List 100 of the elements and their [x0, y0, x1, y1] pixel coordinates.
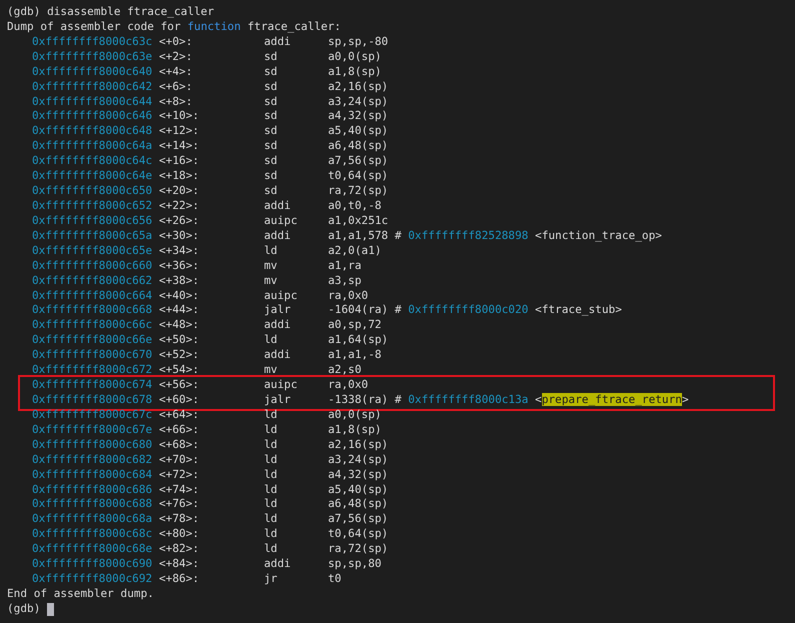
instruction-operands: a1,a1,-8: [328, 348, 382, 364]
instruction-operands: ra,72(sp): [328, 542, 388, 558]
instruction-address: 0xffffffff8000c63c: [32, 34, 154, 50]
instruction-offset: <+4>:: [159, 64, 194, 80]
instruction-address: 0xffffffff8000c674: [32, 378, 154, 393]
instruction-mnemonic: auipc: [264, 214, 298, 229]
instruction-mnemonic: addi: [264, 198, 292, 214]
instruction-offset: <+30>:: [159, 228, 200, 244]
instruction-mnemonic: ld: [264, 333, 278, 348]
instruction-operands: ra,72(sp): [328, 184, 388, 199]
instruction-offset: <+72>:: [159, 468, 200, 482]
gdb-prompt: (gdb): [7, 602, 40, 617]
instruction-offset: <+38>:: [159, 274, 200, 289]
instruction-mnemonic: addi: [264, 228, 292, 244]
instruction-address: 0xffffffff8000c67e: [32, 422, 154, 438]
instruction-operands: a0,0(sp): [328, 408, 382, 423]
instruction-mnemonic: ld: [264, 482, 278, 498]
instruction-offset: <+48>:: [159, 318, 200, 334]
instruction-address: 0xffffffff8000c680: [32, 438, 154, 453]
instruction-mnemonic: mv: [264, 363, 278, 378]
instruction-address: 0xffffffff8000c64a: [32, 139, 154, 154]
instruction-offset: <+40>:: [159, 288, 200, 304]
instruction-offset: <+36>:: [159, 258, 200, 274]
instruction-address: 0xffffffff8000c67c: [32, 408, 154, 423]
instruction-address: 0xffffffff8000c664: [32, 288, 154, 304]
instruction-address: 0xffffffff8000c65e: [32, 244, 154, 259]
instruction-offset: <+56>:: [159, 378, 200, 393]
instruction-mnemonic: ld: [264, 468, 278, 482]
instruction-offset: <+20>:: [159, 184, 200, 199]
comment-mark: #: [394, 228, 402, 244]
instruction-address: 0xffffffff8000c68a: [32, 512, 154, 528]
instruction-mnemonic: ld: [264, 542, 278, 558]
instruction-address: 0xffffffff8000c68e: [32, 542, 154, 558]
instruction-mnemonic: jr: [264, 572, 278, 587]
instruction-address: 0xffffffff8000c65a: [32, 228, 154, 244]
instruction-mnemonic: ld: [264, 422, 278, 438]
instruction-mnemonic: ld: [264, 438, 278, 453]
instruction-offset: <+16>:: [159, 154, 200, 170]
instruction-operands: a1,8(sp): [328, 422, 382, 438]
instruction-operands: a0,t0,-8: [328, 198, 382, 214]
instruction-offset: <+8>:: [159, 94, 194, 110]
instruction-operands: a7,56(sp): [328, 512, 388, 528]
instruction-offset: <+10>:: [159, 109, 200, 124]
instruction-address: 0xffffffff8000c672: [32, 363, 154, 378]
instruction-operands: t0,64(sp): [328, 527, 388, 542]
instruction-operands: a1,64(sp): [328, 333, 388, 348]
instruction-mnemonic: sd: [264, 124, 278, 140]
instruction-operands: a0,sp,72: [328, 318, 382, 334]
instruction-operands: a1,ra: [328, 258, 362, 274]
instruction-operands: a1,8(sp): [328, 64, 382, 80]
instruction-offset: <+6>:: [159, 80, 194, 95]
symbol-name: <function_trace_op>: [535, 228, 662, 244]
instruction-mnemonic: ld: [264, 244, 278, 259]
instruction-address: 0xffffffff8000c68c: [32, 527, 154, 542]
instruction-mnemonic: sd: [264, 109, 278, 124]
instruction-address: 0xffffffff8000c668: [32, 303, 154, 318]
target-address: 0xffffffff82528898: [408, 228, 528, 244]
instruction-operands: a0,0(sp): [328, 50, 382, 65]
instruction-offset: <+50>:: [159, 333, 200, 348]
instruction-offset: <+54>:: [159, 363, 200, 378]
instruction-mnemonic: mv: [264, 258, 278, 274]
instruction-operands: a7,56(sp): [328, 154, 388, 170]
instruction-offset: <+14>:: [159, 139, 200, 154]
instruction-operands: a5,40(sp): [328, 482, 388, 498]
instruction-offset: <+0>:: [159, 34, 194, 50]
instruction-mnemonic: sd: [264, 139, 278, 154]
instruction-address: 0xffffffff8000c66e: [32, 333, 154, 348]
instruction-offset: <+66>:: [159, 422, 200, 438]
instruction-address: 0xffffffff8000c688: [32, 497, 154, 512]
instruction-operands: a5,40(sp): [328, 124, 388, 140]
instruction-operands: a4,32(sp): [328, 468, 388, 482]
instruction-operands: a6,48(sp): [328, 139, 388, 154]
instruction-operands: -1338(ra): [328, 392, 388, 408]
command-text: disassemble ftrace_caller: [47, 5, 214, 20]
instruction-offset: <+78>:: [159, 512, 200, 528]
instruction-address: 0xffffffff8000c690: [32, 557, 154, 572]
instruction-mnemonic: ld: [264, 408, 278, 423]
instruction-operands: a2,s0: [328, 363, 362, 378]
instruction-operands: a3,sp: [328, 274, 362, 289]
instruction-mnemonic: sd: [264, 50, 278, 65]
instruction-operands: a4,32(sp): [328, 109, 388, 124]
instruction-operands: ra,0x0: [328, 378, 368, 393]
instruction-operands: a3,24(sp): [328, 94, 388, 110]
instruction-address: 0xffffffff8000c64e: [32, 169, 154, 184]
instruction-operands: ra,0x0: [328, 288, 368, 304]
instruction-address: 0xffffffff8000c650: [32, 184, 154, 199]
instruction-offset: <+70>:: [159, 452, 200, 468]
instruction-mnemonic: sd: [264, 64, 278, 80]
instruction-offset: <+2>:: [159, 50, 194, 65]
instruction-operands: sp,sp,-80: [328, 34, 388, 50]
instruction-mnemonic: auipc: [264, 378, 298, 393]
instruction-mnemonic: ld: [264, 512, 278, 528]
instruction-address: 0xffffffff8000c640: [32, 64, 154, 80]
instruction-operands: a3,24(sp): [328, 452, 388, 468]
instruction-mnemonic: ld: [264, 527, 278, 542]
instruction-address: 0xffffffff8000c64c: [32, 154, 154, 170]
instruction-offset: <+80>:: [159, 527, 200, 542]
instruction-offset: <+52>:: [159, 348, 200, 364]
instruction-address: 0xffffffff8000c678: [32, 392, 154, 408]
instruction-mnemonic: addi: [264, 348, 292, 364]
